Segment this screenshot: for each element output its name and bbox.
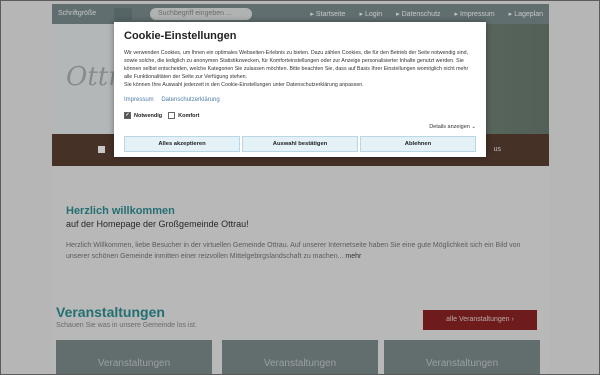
page: Schriftgröße Suchbegriff eingeben ... St… <box>0 0 600 375</box>
cookie-categories: ✓ Notwendig Komfort <box>124 112 206 119</box>
cookie-dialog-text: Wir verwenden Cookies, um Ihnen ein opti… <box>124 49 476 89</box>
necessary-checkbox[interactable]: ✓ <box>124 112 131 119</box>
comfort-label: Komfort <box>178 112 200 119</box>
necessary-label: Notwendig <box>134 112 163 119</box>
privacy-link[interactable]: Datenschutzerklärung <box>161 97 219 103</box>
cookie-links: Impressum Datenschutzerklärung <box>124 97 226 103</box>
imprint-link[interactable]: Impressum <box>124 97 154 103</box>
details-toggle[interactable]: Details anzeigen ⌄ <box>429 124 476 130</box>
chevron-down-icon: ⌄ <box>471 124 476 130</box>
confirm-selection-button[interactable]: Auswahl bestätigen <box>242 136 358 152</box>
cookie-text-note: Sie können Ihre Auswahl jederzeit in den… <box>124 82 364 88</box>
cookie-dialog: Cookie-Einstellungen Wir verwenden Cooki… <box>114 22 486 157</box>
cookie-text-main: Wir verwenden Cookies, um Ihnen ein opti… <box>124 50 469 80</box>
comfort-checkbox[interactable] <box>168 112 176 119</box>
decline-button[interactable]: Ablehnen <box>360 136 476 152</box>
accept-all-button[interactable]: Alles akzeptieren <box>124 136 240 152</box>
cookie-dialog-title: Cookie-Einstellungen <box>124 30 237 42</box>
details-label: Details anzeigen <box>429 124 470 130</box>
